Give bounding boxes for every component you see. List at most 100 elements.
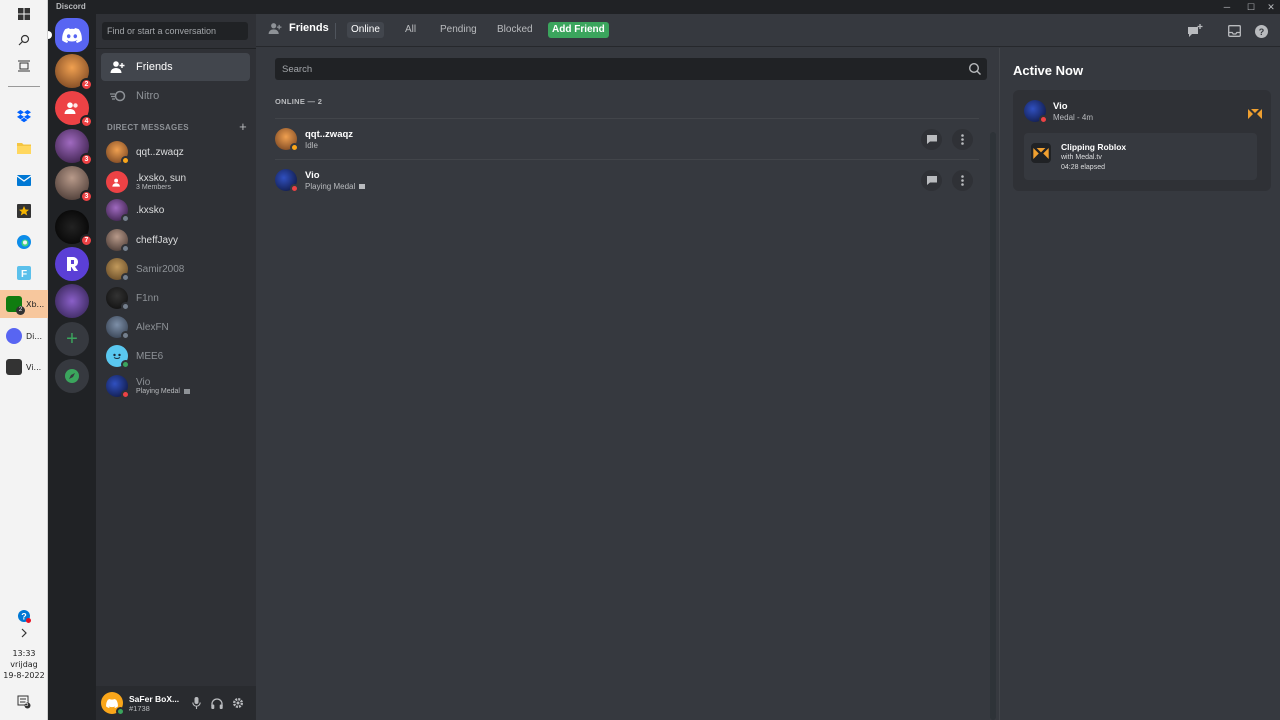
- taskbar-mail[interactable]: [0, 166, 48, 194]
- discord-logo-icon: [106, 698, 118, 708]
- nav-friends-label: Friends: [136, 61, 173, 73]
- mute-button[interactable]: [188, 695, 204, 711]
- server-avatar[interactable]: [55, 247, 89, 281]
- start-button[interactable]: [0, 0, 48, 28]
- idle-status-icon: [290, 143, 299, 152]
- svg-text:F: F: [21, 269, 27, 280]
- dm-item[interactable]: MEE6: [101, 342, 250, 370]
- friends-scrollbar[interactable]: [990, 132, 996, 720]
- add-friend-button[interactable]: Add Friend: [548, 22, 609, 38]
- friends-title: Friends: [268, 22, 329, 34]
- more-options-button[interactable]: [952, 170, 973, 191]
- server-avatar[interactable]: 2: [55, 54, 93, 91]
- close-button[interactable]: ✕: [1260, 1, 1280, 13]
- taskbar-app-discord[interactable]: Di...: [0, 322, 48, 350]
- friends-toolbar: Friends Online All Pending Blocked Add F…: [256, 14, 1280, 47]
- inbox-button[interactable]: [1226, 23, 1242, 39]
- friend-status-text: Playing Medal: [305, 181, 356, 191]
- more-options-button[interactable]: [952, 129, 973, 150]
- add-server-button[interactable]: +: [55, 322, 89, 356]
- server-avatar[interactable]: 3: [55, 129, 93, 166]
- taskbar-clock[interactable]: 13:33 vrijdag 19-8-2022: [0, 648, 48, 681]
- create-dm-button[interactable]: +: [239, 120, 247, 133]
- message-button[interactable]: [921, 129, 942, 150]
- server-avatar[interactable]: 3: [55, 166, 93, 203]
- tab-pending[interactable]: Pending: [436, 22, 481, 38]
- message-button[interactable]: [921, 170, 942, 191]
- minimize-button[interactable]: ─: [1216, 1, 1238, 13]
- app-titlebar: Discord ─ ☐ ✕: [48, 0, 1280, 14]
- dm-name: Samir2008: [136, 263, 185, 275]
- more-vertical-icon: [961, 134, 964, 145]
- mail-icon: [17, 174, 31, 186]
- taskbar-app-label: Di...: [26, 331, 43, 341]
- offline-status-icon: [121, 331, 130, 340]
- dropbox-icon: [17, 109, 31, 122]
- user-tag: #1738: [129, 703, 150, 713]
- avatar: [275, 169, 299, 193]
- notification-center-button[interactable]: 5: [0, 688, 48, 716]
- taskbar-f-app[interactable]: F: [0, 259, 48, 287]
- user-avatar[interactable]: [101, 692, 125, 716]
- task-view-button[interactable]: [0, 52, 48, 80]
- search-icon: [968, 62, 981, 75]
- nav-friends[interactable]: Friends: [101, 53, 250, 81]
- dm-item[interactable]: .kxsko: [101, 196, 250, 224]
- taskbar-video-editor[interactable]: [0, 197, 48, 225]
- chevron-right-icon: [21, 628, 27, 638]
- home-button[interactable]: [48, 18, 89, 52]
- headphones-icon: [211, 697, 223, 709]
- tab-all[interactable]: All: [401, 22, 420, 38]
- avatar: [275, 128, 299, 152]
- deafen-button[interactable]: [209, 695, 225, 711]
- avatar: [106, 229, 130, 253]
- group-avatar: [106, 171, 128, 193]
- active-now-card[interactable]: Vio Medal - 4m Clipping Roblox with Meda…: [1013, 90, 1271, 191]
- friends-title-label: Friends: [289, 22, 329, 34]
- server-avatar[interactable]: [55, 284, 89, 318]
- tab-blocked[interactable]: Blocked: [493, 22, 537, 38]
- discord-icon: [6, 328, 22, 344]
- plus-icon: +: [66, 327, 78, 350]
- xbox-icon: 2: [6, 296, 25, 315]
- maximize-button[interactable]: ☐: [1240, 1, 1262, 13]
- user-settings-button[interactable]: [230, 695, 246, 711]
- taskbar-explorer[interactable]: [0, 134, 48, 162]
- friends-search-field[interactable]: [275, 58, 987, 80]
- dm-item[interactable]: qqt..zwaqz: [101, 138, 250, 166]
- compass-icon: [65, 369, 79, 383]
- friend-row[interactable]: qqt..zwaqz Idle: [275, 118, 979, 159]
- dm-item[interactable]: .kxsko, sun 3 Members: [101, 168, 250, 196]
- taskbar-app-xbox[interactable]: 2 Xb...: [0, 290, 48, 318]
- taskbar-dropbox[interactable]: [0, 102, 48, 130]
- help-button[interactable]: ?: [1253, 23, 1269, 39]
- server-avatar[interactable]: 7: [55, 210, 93, 247]
- dm-activity: Playing Medal: [136, 388, 190, 395]
- activity-elapsed: 04:28 elapsed: [1061, 164, 1105, 171]
- dm-item[interactable]: Samir2008: [101, 255, 250, 283]
- find-conversation-button[interactable]: Find or start a conversation: [102, 22, 248, 40]
- friend-row[interactable]: Vio Playing Medal: [275, 159, 979, 200]
- dm-item[interactable]: Vio Playing Medal: [101, 372, 250, 400]
- mention-badge: 3: [80, 153, 93, 166]
- dm-item[interactable]: cheffJayy: [101, 226, 250, 254]
- taskbar-search-button[interactable]: [0, 26, 48, 54]
- nav-nitro[interactable]: Nitro: [101, 82, 250, 110]
- activity-detail: Clipping Roblox with Medal.tv 04:28 elap…: [1024, 133, 1257, 180]
- group-icon: [64, 102, 78, 114]
- group-dm-avatar[interactable]: 4: [55, 91, 93, 128]
- dm-item[interactable]: F1nn: [101, 284, 250, 312]
- taskbar-edge[interactable]: [0, 228, 48, 256]
- windows-icon: [18, 8, 30, 20]
- active-user-name: Vio: [1053, 100, 1068, 112]
- microphone-icon: [191, 697, 201, 709]
- tab-online[interactable]: Online: [347, 22, 384, 38]
- notification-icon: [17, 695, 31, 709]
- show-hidden-icons-button[interactable]: [0, 619, 48, 647]
- new-group-dm-button[interactable]: [1187, 23, 1203, 39]
- dm-item[interactable]: AlexFN: [101, 313, 250, 341]
- clock-date: 19-8-2022: [3, 671, 45, 680]
- friends-search-input[interactable]: [275, 58, 987, 80]
- taskbar-app-video[interactable]: Vi...: [0, 353, 48, 381]
- explore-servers-button[interactable]: [55, 359, 89, 393]
